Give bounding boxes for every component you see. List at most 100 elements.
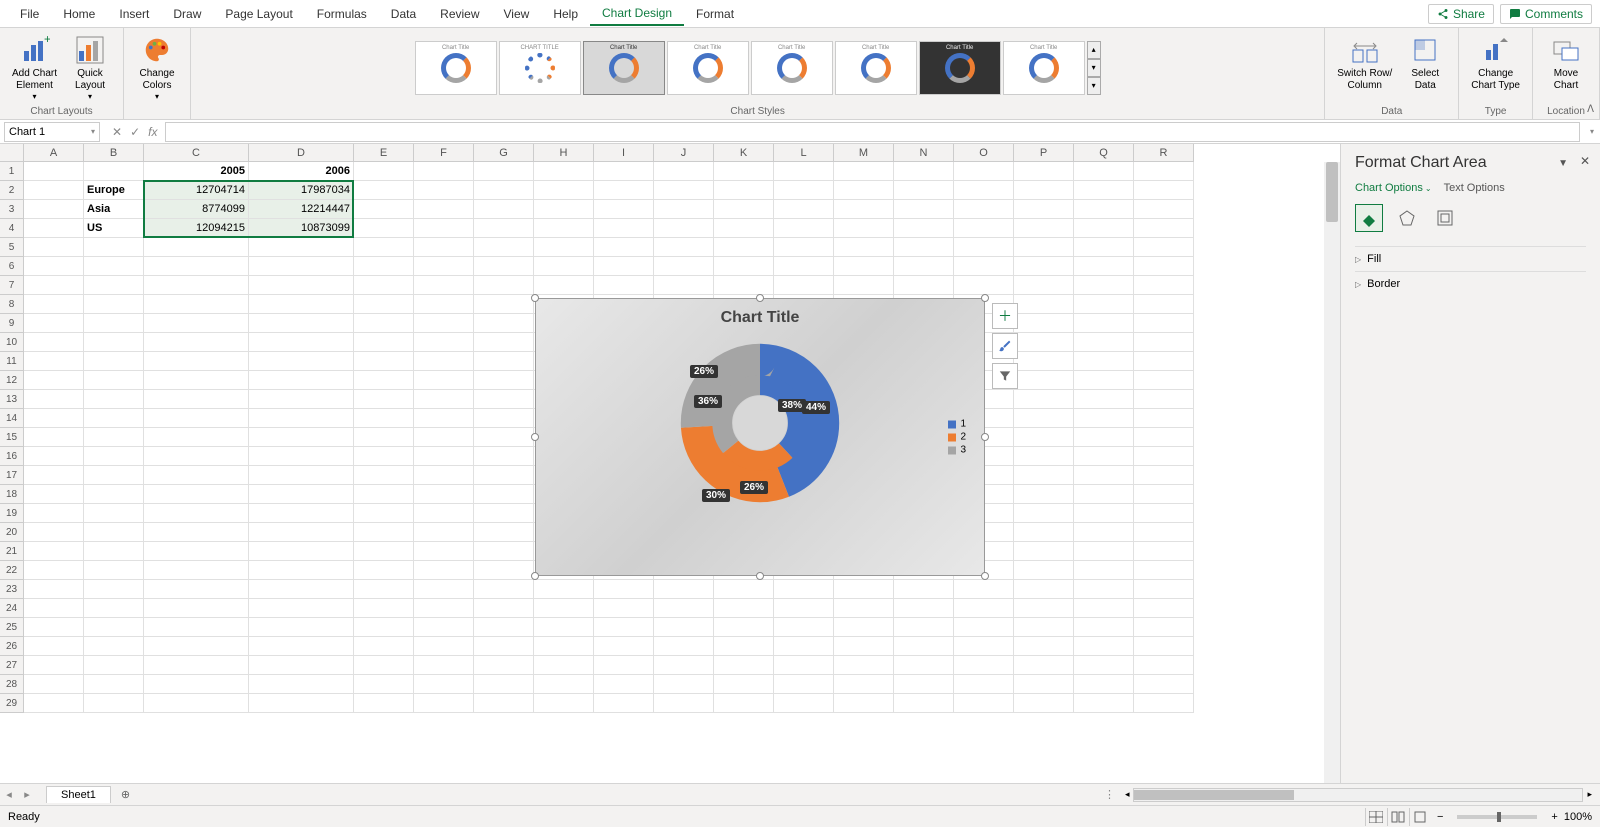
enter-icon[interactable]: ✓ <box>130 125 140 139</box>
chart-filters-button[interactable] <box>992 363 1018 389</box>
row-header-16[interactable]: 16 <box>0 447 24 466</box>
cancel-icon[interactable]: ✕ <box>112 125 122 139</box>
vertical-scrollbar[interactable] <box>1324 162 1340 783</box>
cell[interactable] <box>354 504 414 523</box>
menu-chart-design[interactable]: Chart Design <box>590 2 684 26</box>
cell[interactable] <box>84 352 144 371</box>
cell[interactable] <box>1134 580 1194 599</box>
cell[interactable] <box>894 257 954 276</box>
cell[interactable] <box>474 409 534 428</box>
row-header-15[interactable]: 15 <box>0 428 24 447</box>
cell[interactable] <box>1014 409 1074 428</box>
row-header-12[interactable]: 12 <box>0 371 24 390</box>
cell[interactable] <box>84 276 144 295</box>
cell[interactable] <box>354 295 414 314</box>
formula-input[interactable] <box>165 122 1580 142</box>
cell[interactable] <box>954 599 1014 618</box>
sheet-tab-sheet1[interactable]: Sheet1 <box>46 786 111 803</box>
cell[interactable] <box>834 219 894 238</box>
row-header-25[interactable]: 25 <box>0 618 24 637</box>
cell[interactable] <box>774 276 834 295</box>
cell[interactable] <box>84 162 144 181</box>
hscroll-left[interactable]: ◂ <box>1121 789 1134 800</box>
cell[interactable] <box>144 561 249 580</box>
cell[interactable] <box>24 542 84 561</box>
cell[interactable] <box>774 257 834 276</box>
cell[interactable] <box>354 561 414 580</box>
cell[interactable] <box>1014 561 1074 580</box>
size-properties-icon[interactable] <box>1431 204 1459 232</box>
row-header-23[interactable]: 23 <box>0 580 24 599</box>
cell[interactable] <box>84 504 144 523</box>
cell[interactable] <box>474 561 534 580</box>
cell[interactable] <box>894 675 954 694</box>
cell[interactable] <box>144 485 249 504</box>
chart-legend[interactable]: 1 2 3 <box>948 417 966 458</box>
cell[interactable] <box>24 580 84 599</box>
row-header-26[interactable]: 26 <box>0 637 24 656</box>
cell[interactable] <box>1134 637 1194 656</box>
normal-view-button[interactable] <box>1365 808 1387 826</box>
cell[interactable] <box>144 637 249 656</box>
cell[interactable] <box>894 181 954 200</box>
cell[interactable] <box>144 352 249 371</box>
row-header-7[interactable]: 7 <box>0 276 24 295</box>
cell[interactable] <box>1074 390 1134 409</box>
cell[interactable] <box>714 580 774 599</box>
cell[interactable] <box>1134 618 1194 637</box>
cell[interactable] <box>1014 257 1074 276</box>
cell[interactable] <box>834 580 894 599</box>
cell[interactable]: Europe <box>84 181 144 200</box>
col-header-M[interactable]: M <box>834 144 894 162</box>
cell[interactable] <box>594 238 654 257</box>
cell[interactable]: 2006 <box>249 162 354 181</box>
cell[interactable] <box>1074 181 1134 200</box>
menu-insert[interactable]: Insert <box>107 3 161 25</box>
cell[interactable] <box>144 314 249 333</box>
cell[interactable] <box>1074 599 1134 618</box>
cell[interactable] <box>1134 352 1194 371</box>
col-header-Q[interactable]: Q <box>1074 144 1134 162</box>
cell[interactable] <box>249 295 354 314</box>
cell[interactable] <box>1074 238 1134 257</box>
chart-style-8[interactable]: Chart Title <box>1003 41 1085 95</box>
menu-file[interactable]: File <box>8 3 51 25</box>
cell[interactable] <box>24 295 84 314</box>
cell[interactable] <box>354 238 414 257</box>
cell[interactable] <box>894 162 954 181</box>
col-header-D[interactable]: D <box>249 144 354 162</box>
cell[interactable] <box>414 580 474 599</box>
cell[interactable] <box>354 542 414 561</box>
cell[interactable] <box>414 504 474 523</box>
cell[interactable] <box>534 618 594 637</box>
comments-button[interactable]: Comments <box>1500 4 1592 24</box>
zoom-level[interactable]: 100% <box>1564 811 1592 823</box>
cell[interactable] <box>84 314 144 333</box>
cell[interactable] <box>249 523 354 542</box>
cell[interactable] <box>954 219 1014 238</box>
cell[interactable] <box>249 675 354 694</box>
cell[interactable] <box>834 276 894 295</box>
chart-style-1[interactable]: Chart Title <box>415 41 497 95</box>
cell[interactable] <box>654 219 714 238</box>
cell[interactable] <box>144 580 249 599</box>
cell[interactable] <box>1074 162 1134 181</box>
cell[interactable] <box>594 200 654 219</box>
cell[interactable] <box>144 295 249 314</box>
cell[interactable] <box>534 181 594 200</box>
cell[interactable] <box>414 561 474 580</box>
cell[interactable] <box>354 333 414 352</box>
menu-formulas[interactable]: Formulas <box>305 3 379 25</box>
cell[interactable] <box>1074 523 1134 542</box>
cell[interactable] <box>1014 618 1074 637</box>
cell[interactable] <box>714 181 774 200</box>
chart-style-2[interactable]: CHART TITLE <box>499 41 581 95</box>
row-header-6[interactable]: 6 <box>0 257 24 276</box>
cell[interactable] <box>654 675 714 694</box>
cell[interactable] <box>24 618 84 637</box>
chart-style-7[interactable]: Chart Title <box>919 41 1001 95</box>
cell[interactable] <box>1134 200 1194 219</box>
cell[interactable] <box>534 257 594 276</box>
menu-home[interactable]: Home <box>51 3 107 25</box>
cell[interactable] <box>534 656 594 675</box>
